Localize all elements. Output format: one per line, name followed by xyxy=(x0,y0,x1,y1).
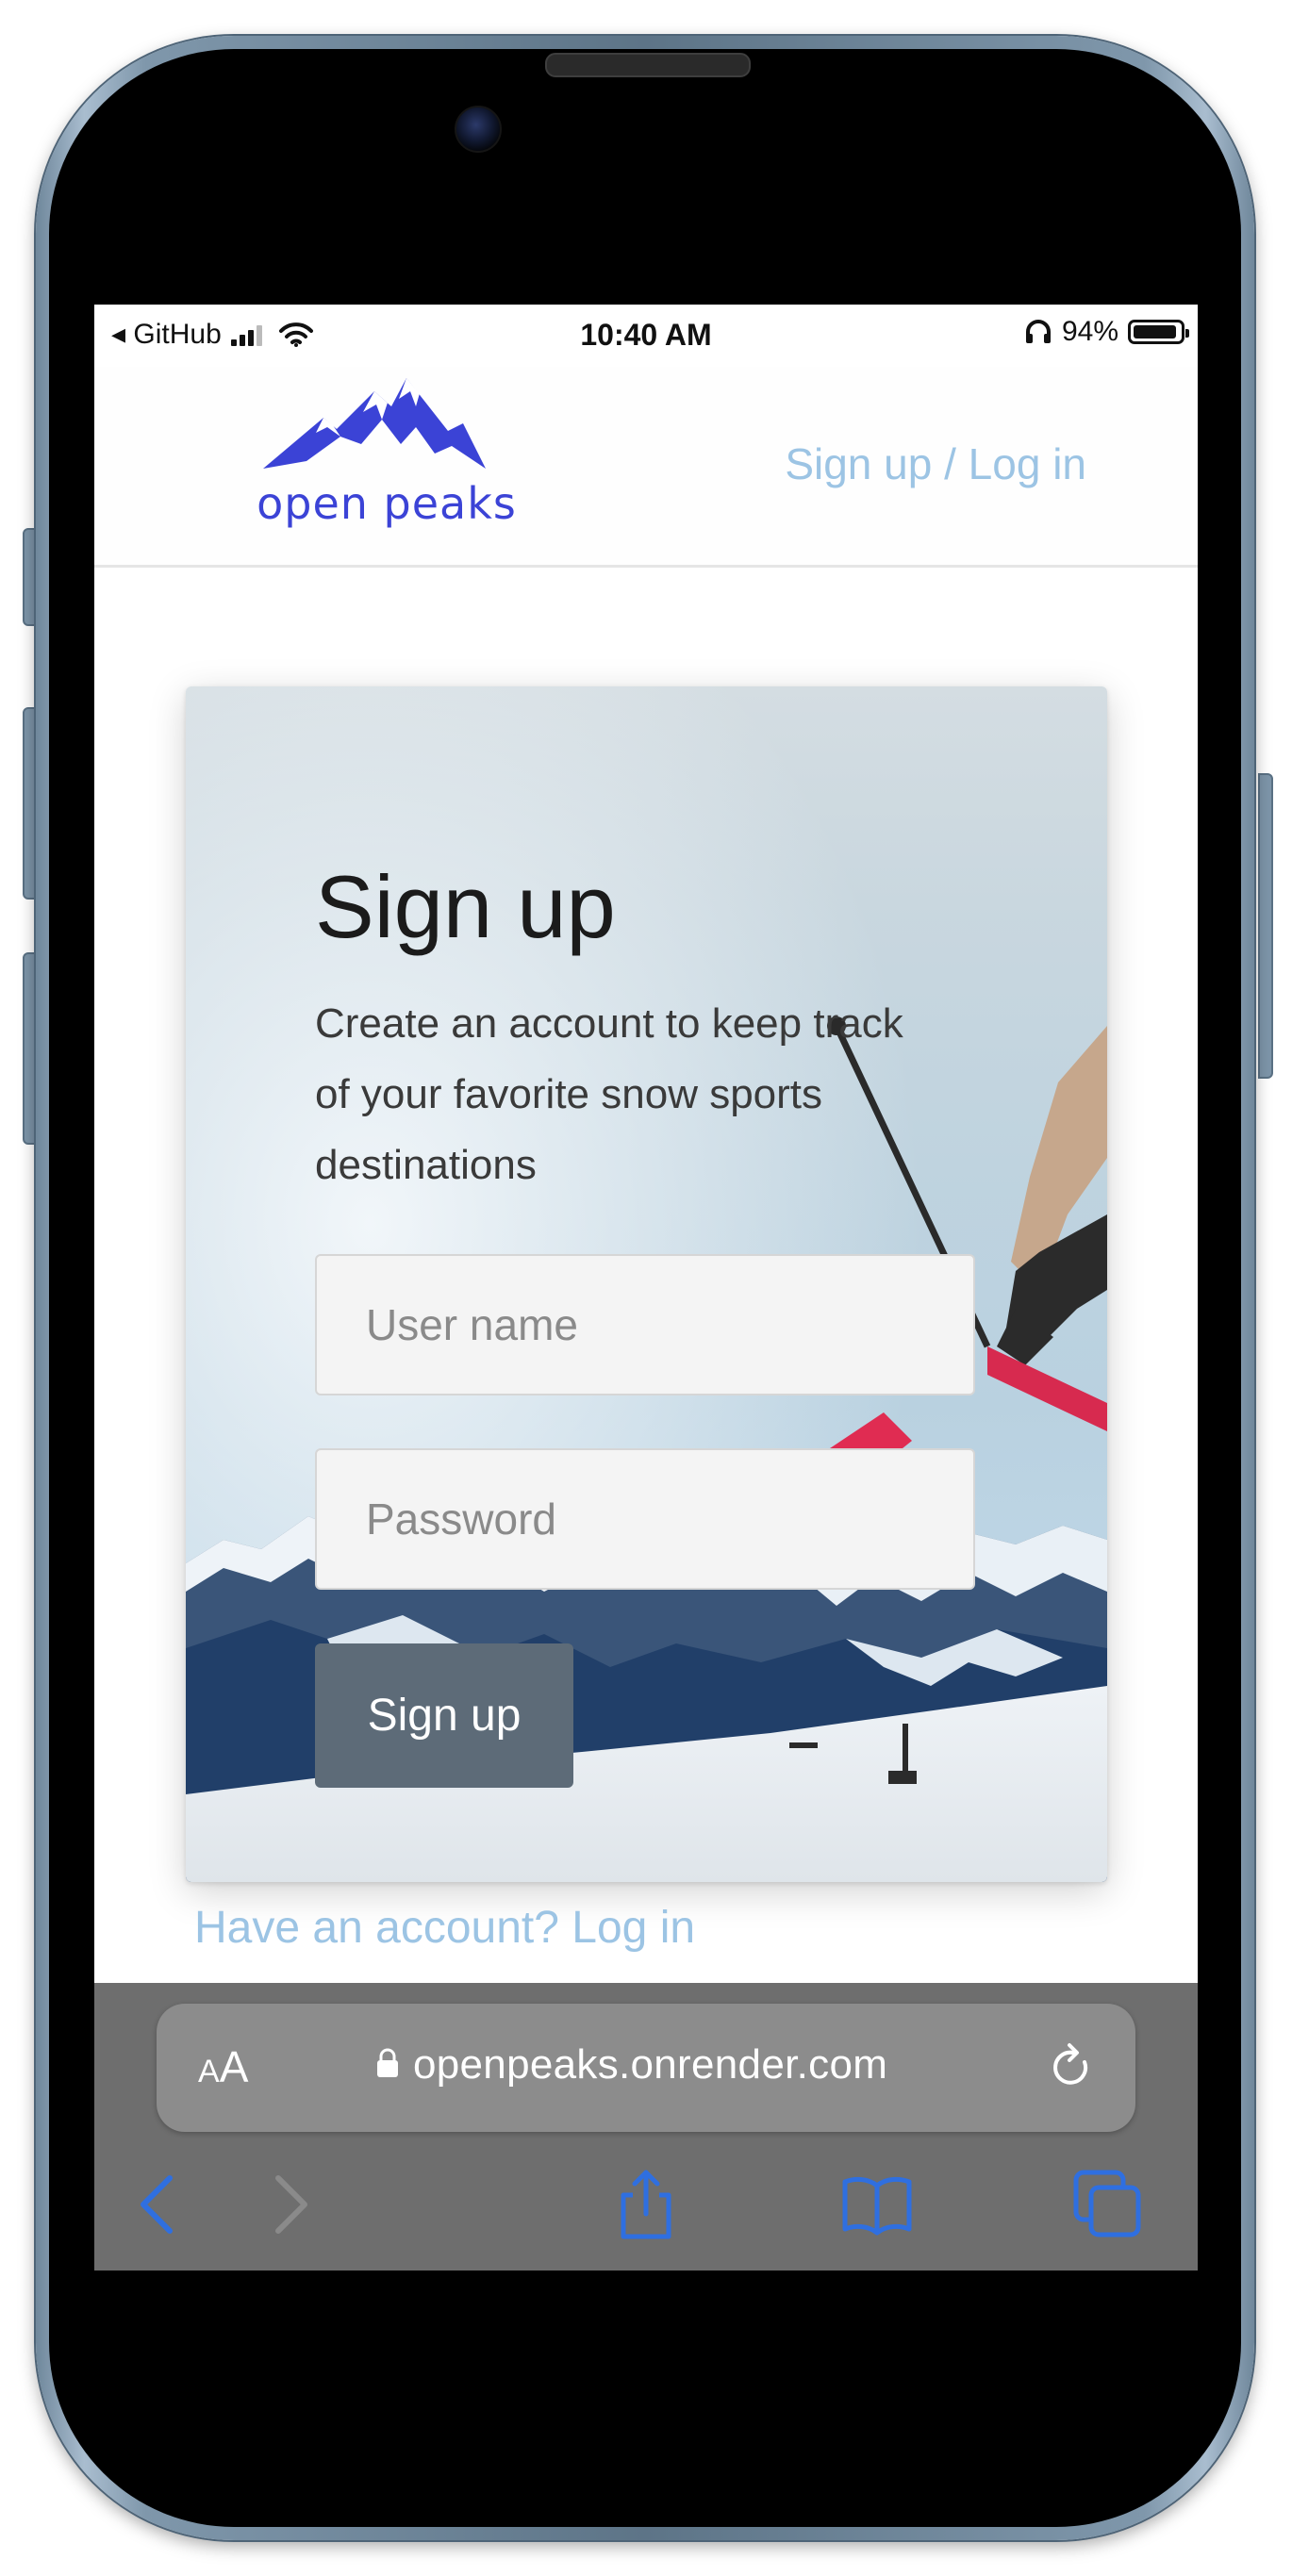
signup-description: Create an account to keep track of your … xyxy=(315,1000,903,1188)
url-text: openpeaks.onrender.com xyxy=(413,2041,888,2088)
status-bar: ◂ GitHub 10:40 AM 94% xyxy=(94,305,1198,367)
lock-icon xyxy=(377,2048,398,2077)
share-icon[interactable] xyxy=(608,2167,684,2242)
text-size-button[interactable]: AA xyxy=(198,2041,248,2092)
text-size-small-a: A xyxy=(198,2054,220,2089)
bookmarks-icon[interactable] xyxy=(839,2167,915,2242)
battery-tip xyxy=(1185,329,1189,338)
battery-percent: 94% xyxy=(1061,316,1118,347)
tabs-icon[interactable] xyxy=(1070,2167,1146,2242)
battery-icon xyxy=(1128,320,1189,344)
username-input[interactable] xyxy=(315,1254,975,1395)
open-peaks-logo[interactable]: open peaks xyxy=(240,374,516,544)
status-right: 94% xyxy=(1024,316,1189,348)
signup-card: Sign up Create an account to keep track … xyxy=(186,686,1107,1882)
mountain-logo-icon xyxy=(263,378,486,469)
site-header: open peaks Sign up / Log in xyxy=(94,367,1198,568)
signup-login-nav-link[interactable]: Sign up / Log in xyxy=(785,438,1086,489)
text-size-large-a: A xyxy=(219,2042,249,2091)
signup-title: Sign up xyxy=(315,857,616,956)
reload-icon[interactable] xyxy=(1047,2039,1098,2094)
battery-fill xyxy=(1134,325,1176,339)
earpiece-speaker xyxy=(545,53,751,77)
signup-submit-button[interactable]: Sign up xyxy=(315,1643,573,1788)
browser-chrome: AA openpeaks.onrender.com xyxy=(94,1983,1198,2271)
back-arrow-icon[interactable] xyxy=(123,2167,198,2242)
headphones-icon xyxy=(1025,320,1051,343)
front-camera-icon xyxy=(455,106,502,153)
address-bar[interactable]: AA openpeaks.onrender.com xyxy=(157,2004,1135,2132)
password-input[interactable] xyxy=(315,1448,975,1590)
forward-arrow-icon[interactable] xyxy=(250,2167,325,2242)
phone-screen: ◂ GitHub 10:40 AM 94% open peaks Sign up… xyxy=(94,305,1198,2271)
logo-text: open peaks xyxy=(257,478,517,529)
login-link[interactable]: Have an account? Log in xyxy=(194,1902,695,1954)
power-button xyxy=(1258,773,1273,1079)
